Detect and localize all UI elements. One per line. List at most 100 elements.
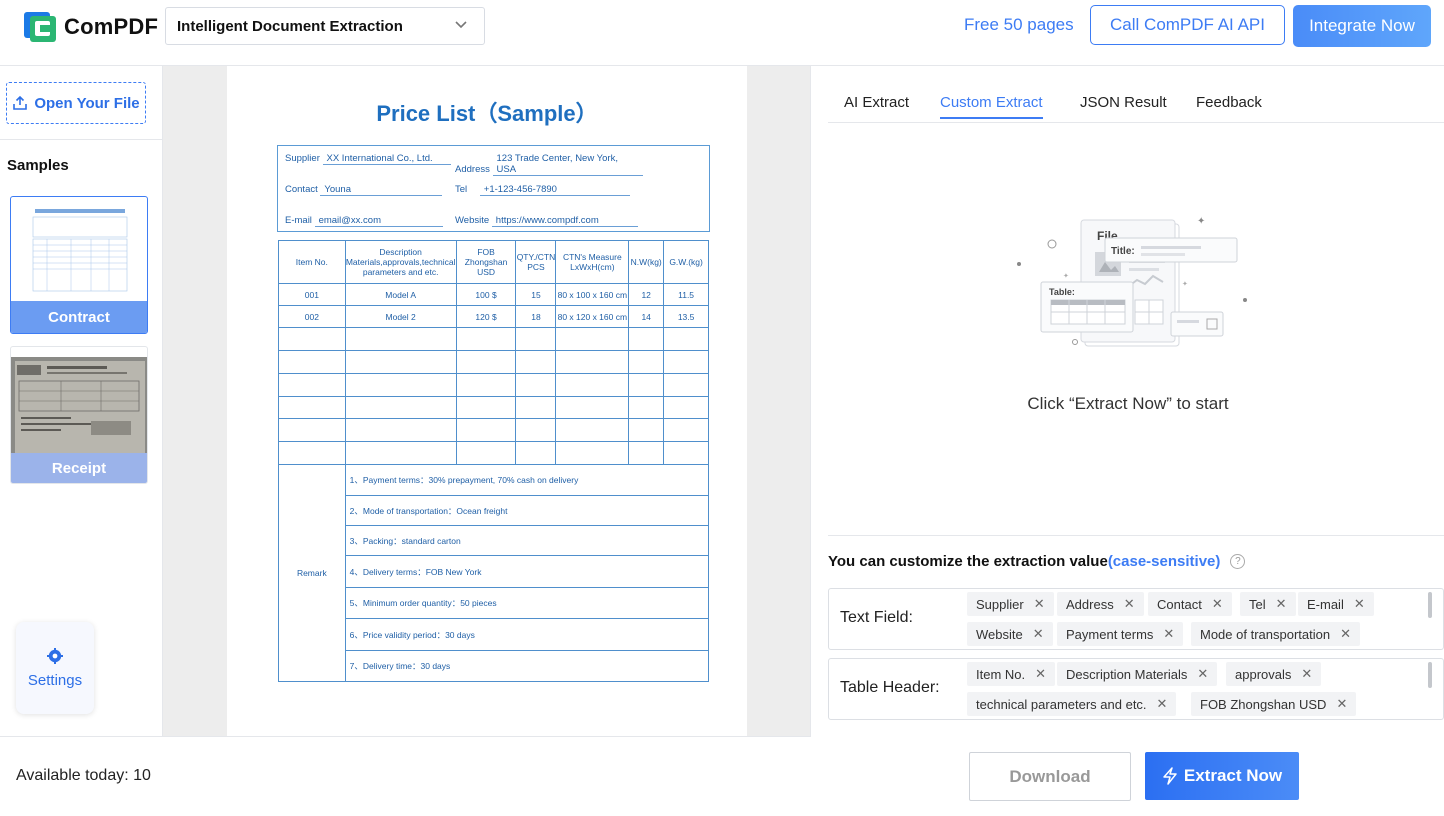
price-table: Item No. Description Materials,approvals… [278,240,710,682]
remark-item: 7、Delivery time：30 days [344,650,710,682]
customize-text: You can customize the extraction value [828,553,1108,570]
help-icon[interactable]: ? [1230,554,1246,569]
tag-item[interactable]: Payment terms ✕ [1057,622,1184,646]
close-icon[interactable]: ✕ [1035,666,1046,682]
tag-item[interactable]: Description Materials ✕ [1057,662,1218,686]
document-viewer[interactable]: Price List（Sample） Supplier XX Internati… [163,66,811,736]
table-row-empty [278,418,709,442]
table-header-scrollbar[interactable] [1428,662,1432,688]
tab-custom-extract[interactable]: Custom Extract [940,94,1043,119]
remark-label: Remark [278,464,346,682]
close-icon[interactable]: ✕ [1212,596,1223,612]
compdf-logo-icon [24,12,56,42]
info-tel-label: Tel [455,184,468,195]
open-file-button[interactable]: Open Your File [6,82,146,124]
text-field-box[interactable]: Text Field: Supplier ✕ Address ✕ Contact ✕ … [828,588,1444,650]
sample-contract-thumbnail[interactable]: Contract [10,196,148,334]
tag-item[interactable]: FOB Zhongshan USD ✕ [1191,692,1357,716]
extract-now-label: Extract Now [1183,766,1283,785]
table-cell: Model A [344,283,457,306]
remark-item: 5、Minimum order quantity：50 pieces [344,587,710,619]
tag-item[interactable]: Contact ✕ [1148,592,1232,616]
call-api-button[interactable]: Call ComPDF AI API [1090,5,1285,45]
sample-receipt-thumbnail[interactable]: Receipt [10,346,148,484]
tab-ai-extract[interactable]: AI Extract [844,94,909,117]
document-title: Price List（Sample） [376,101,598,126]
table-cell: 13.5 [663,305,709,328]
tag-label: Supplier [976,596,1024,612]
close-icon[interactable]: ✕ [1034,596,1045,612]
table-header-cell: Description Materials,approvals,technica… [344,240,457,284]
close-icon[interactable]: ✕ [1336,696,1347,712]
tag-label: Mode of transportation [1200,626,1331,642]
close-icon[interactable]: ✕ [1157,696,1168,712]
gear-icon [47,647,63,664]
tag-item[interactable]: approvals ✕ [1226,662,1322,686]
brand-name: ComPDF [64,14,159,39]
close-icon[interactable]: ✕ [1276,596,1287,612]
free-pages-link[interactable]: Free 50 pages [964,15,1074,35]
tab-json-result[interactable]: JSON Result [1080,94,1167,117]
open-file-label: Open Your File [34,94,140,112]
tag-item[interactable]: Address ✕ [1057,592,1144,616]
chevron-down-icon [455,21,467,29]
mode-select-value: Intelligent Document Extraction [177,17,403,35]
info-website: Website https://www.compdf.com [455,215,638,227]
extract-now-button[interactable]: Extract Now [1145,752,1299,800]
table-header-row: Item No. Description Materials,approvals… [278,240,709,284]
info-email-value: email@xx.com [314,215,443,227]
close-icon[interactable]: ✕ [1197,666,1208,682]
tag-item[interactable]: E-mail ✕ [1298,592,1374,616]
tag-item[interactable]: Website ✕ [967,622,1053,646]
case-sensitive-note: (case-sensitive) [1107,553,1221,570]
text-field-label: Text Field: [840,609,913,626]
close-icon[interactable]: ✕ [1301,666,1312,682]
info-address-label: Address [455,164,490,175]
info-tel-value: +1-123-456-7890 [479,184,630,196]
sample-receipt-label: Receipt [11,453,147,483]
close-icon[interactable]: ✕ [1340,626,1351,642]
table-header-cell: QTY./CTN PCS [515,240,557,284]
mode-select[interactable]: Intelligent Document Extraction [165,7,485,45]
table-row: 002 Model 2 120 $ 18 80 x 120 x 160 cm 1… [278,305,709,328]
sidebar-divider [0,139,162,140]
tag-item[interactable]: technical parameters and etc. ✕ [967,692,1177,716]
tag-label: Item No. [976,666,1026,682]
svg-text:✦: ✦ [1197,216,1205,227]
text-field-scrollbar[interactable] [1428,592,1432,618]
close-icon[interactable]: ✕ [1163,626,1174,642]
extraction-illustration: ✦ ✦ ✦ File Title: Table: [1017,216,1247,347]
info-contact-value: Youna [320,184,443,196]
info-tel: Tel +1-123-456-7890 [455,184,630,196]
table-header-cell: N.W(kg) [628,240,665,284]
tag-label: Description Materials [1066,666,1188,682]
remark-item: 6、Price validity period：30 days [344,618,710,651]
tag-item[interactable]: Mode of transportation ✕ [1191,622,1360,646]
tag-item[interactable]: Tel ✕ [1240,592,1296,616]
compdf-logo[interactable]: ComPDF [24,12,158,42]
table-cell: Model 2 [344,305,457,328]
info-supplier-label: Supplier [285,153,320,164]
tag-item[interactable]: Item No. ✕ [967,662,1056,686]
settings-button[interactable]: Settings [16,622,94,714]
tag-label: Address [1066,596,1114,612]
customize-heading: You can customize the extraction value (… [828,553,1246,570]
sample-contract-label: Contract [11,301,147,333]
tag-label: approvals [1235,666,1292,682]
illustration-title-label: Title: [1111,246,1135,257]
table-header-cell: G.W.(kg) [663,240,709,284]
download-button[interactable]: Download [969,752,1131,801]
close-icon[interactable]: ✕ [1354,596,1365,612]
table-cell: 18 [515,305,557,328]
table-header-box[interactable]: Table Header: Item No. ✕ Description Mate… [828,658,1444,720]
integrate-now-button[interactable]: Integrate Now [1293,5,1431,47]
remark-item: 3、Packing：standard carton [344,525,710,556]
left-sidebar: Open Your File Samples Contract Receipt … [0,66,163,736]
tag-item[interactable]: Supplier ✕ [967,592,1054,616]
extraction-tabs: AI Extract Custom Extract JSON Result Fe… [828,66,1444,123]
tab-feedback[interactable]: Feedback [1196,94,1262,117]
close-icon[interactable]: ✕ [1033,626,1044,642]
close-icon[interactable]: ✕ [1124,596,1135,612]
table-cell: 14 [628,305,665,328]
table-cell: 11.5 [663,283,709,306]
